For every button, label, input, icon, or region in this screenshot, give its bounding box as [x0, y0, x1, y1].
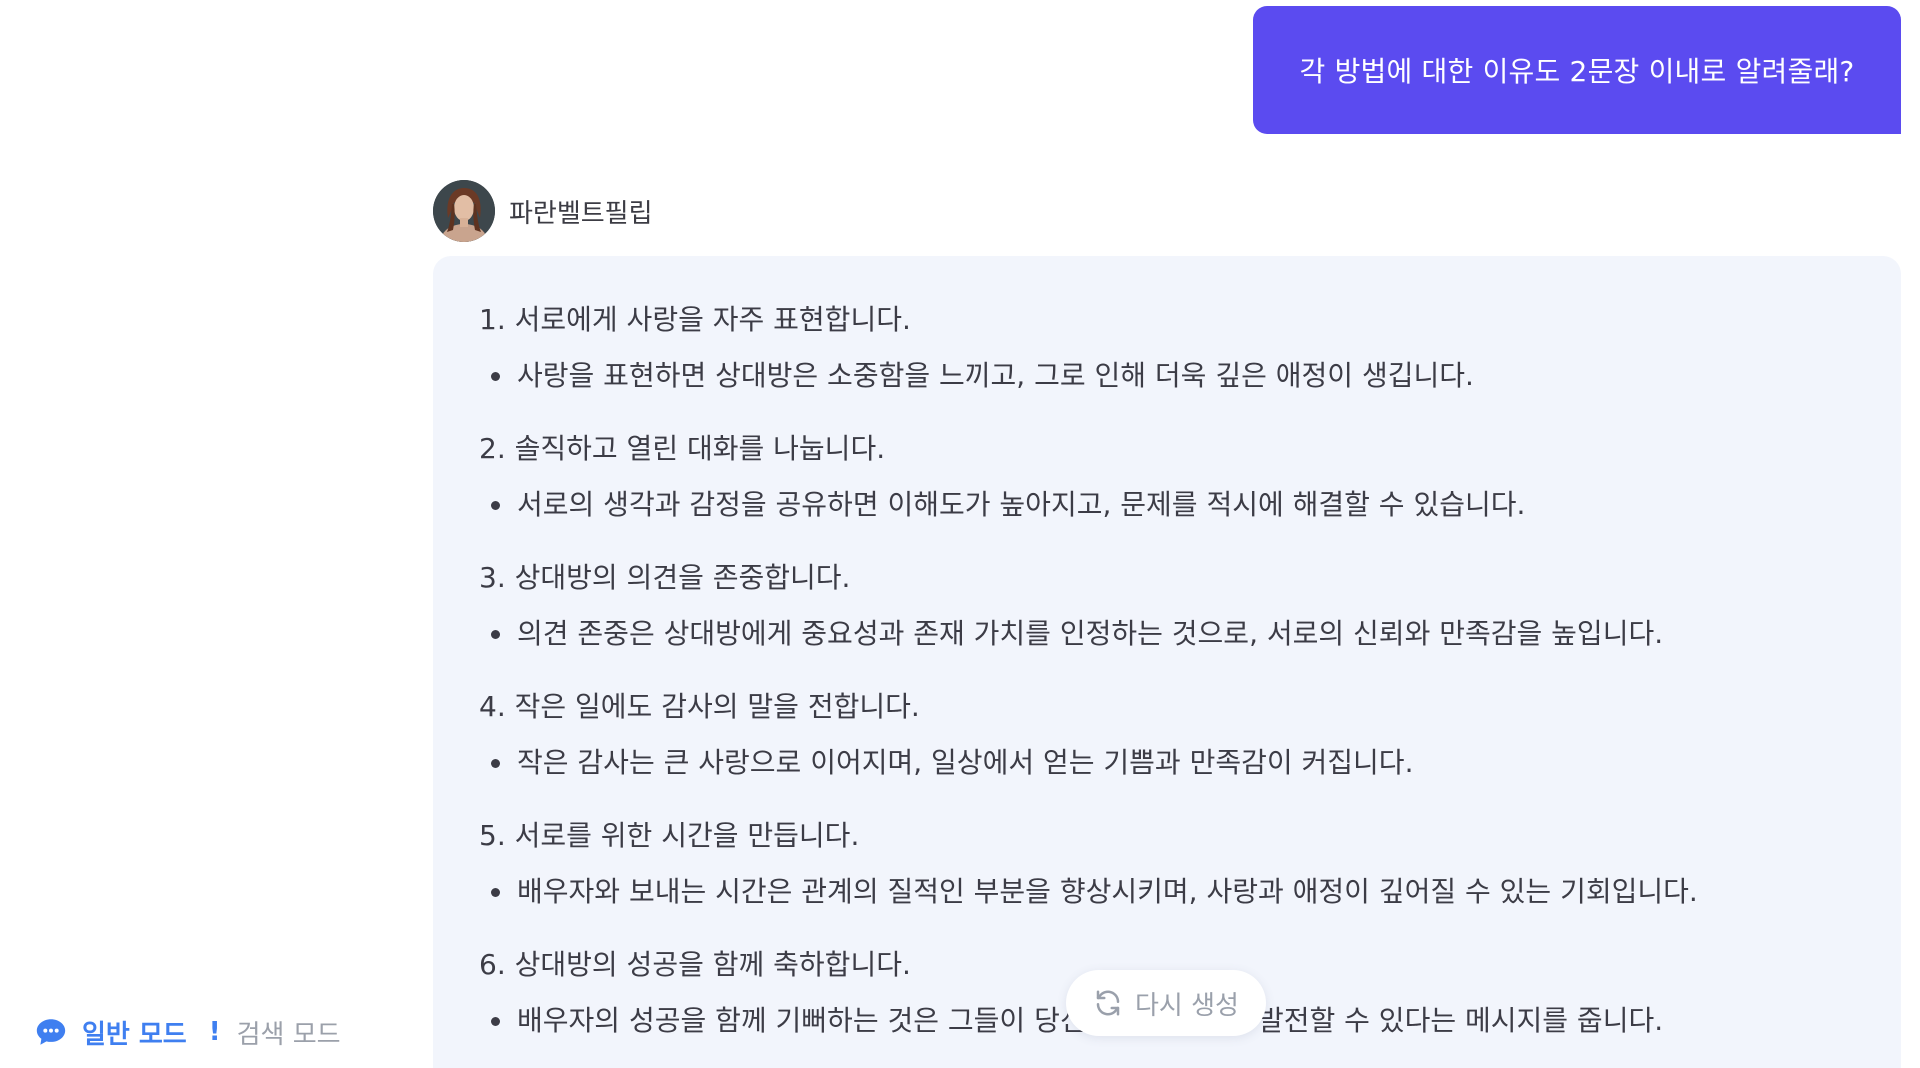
bullet-icon	[491, 372, 500, 381]
bot-header: 파란벨트필립	[433, 180, 653, 242]
answer-item-reason: 작은 감사는 큰 사랑으로 이어지며, 일상에서 얻는 기쁨과 만족감이 커집니…	[479, 743, 1855, 783]
answer-item-reason-text: 배우자와 보내는 시간은 관계의 질적인 부분을 향상시키며, 사랑과 애정이 …	[517, 875, 1698, 908]
answer-item-reason: 서로의 생각과 감정을 공유하면 이해도가 높아지고, 문제를 적시에 해결할 …	[479, 485, 1855, 525]
bullet-icon	[491, 1017, 500, 1026]
answer-item-title: 1. 서로에게 사랑을 자주 표현합니다.	[479, 303, 911, 336]
search-mode-button[interactable]: 검색 모드	[237, 1014, 341, 1051]
mode-separator: !	[208, 1017, 221, 1047]
bullet-icon	[491, 888, 500, 897]
chat-page: 각 방법에 대한 이유도 2문장 이내로 알려줄래? 파란벨트필립 1. 서로에…	[0, 0, 1920, 1068]
answer-item-title: 2. 솔직하고 열린 대화를 나눕니다.	[479, 432, 886, 465]
answer-item-title: 5. 서로를 위한 시간을 만듭니다.	[479, 819, 860, 852]
bullet-icon	[491, 501, 500, 510]
regenerate-button[interactable]: 다시 생성	[1066, 970, 1266, 1036]
bullet-icon	[491, 630, 500, 639]
bot-name: 파란벨트필립	[509, 198, 653, 229]
user-message-text: 각 방법에 대한 이유도 2문장 이내로 알려줄래?	[1299, 55, 1855, 88]
answer-item-reason: 사랑을 표현하면 상대방은 소중함을 느끼고, 그로 인해 더욱 깊은 애정이 …	[479, 356, 1855, 396]
bullet-icon	[491, 759, 500, 768]
answer-item-title: 3. 상대방의 의견을 존중합니다.	[479, 561, 851, 594]
answer-item-reason-text: 서로의 생각과 감정을 공유하면 이해도가 높아지고, 문제를 적시에 해결할 …	[517, 488, 1526, 521]
woman-portrait-avatar-icon	[433, 180, 495, 242]
answer-item: 4. 작은 일에도 감사의 말을 전합니다. 작은 감사는 큰 사랑으로 이어지…	[479, 687, 1855, 783]
regenerate-label: 다시 생성	[1135, 990, 1239, 1021]
refresh-icon	[1093, 988, 1123, 1018]
user-message-bubble: 각 방법에 대한 이유도 2문장 이내로 알려줄래?	[1253, 6, 1901, 134]
answer-item: 3. 상대방의 의견을 존중합니다. 의견 존중은 상대방에게 중요성과 존재 …	[479, 558, 1855, 654]
mode-toggle: 일반 모드 ! 검색 모드	[34, 1012, 341, 1052]
answer-item: 2. 솔직하고 열린 대화를 나눕니다. 서로의 생각과 감정을 공유하면 이해…	[479, 429, 1855, 525]
answer-item: 5. 서로를 위한 시간을 만듭니다. 배우자와 보내는 시간은 관계의 질적인…	[479, 816, 1855, 912]
answer-item: 1. 서로에게 사랑을 자주 표현합니다. 사랑을 표현하면 상대방은 소중함을…	[479, 300, 1855, 396]
answer-item-title: 4. 작은 일에도 감사의 말을 전합니다.	[479, 690, 920, 723]
avatar	[433, 180, 495, 242]
chat-bubble-icon	[34, 1015, 68, 1049]
answer-item-reason-text: 사랑을 표현하면 상대방은 소중함을 느끼고, 그로 인해 더욱 깊은 애정이 …	[517, 359, 1474, 392]
normal-mode-button[interactable]: 일반 모드	[82, 1014, 187, 1051]
answer-item-reason: 의견 존중은 상대방에게 중요성과 존재 가치를 인정하는 것으로, 서로의 신…	[479, 614, 1855, 654]
answer-item-reason-text: 작은 감사는 큰 사랑으로 이어지며, 일상에서 얻는 기쁨과 만족감이 커집니…	[517, 746, 1414, 779]
answer-item-reason: 배우자와 보내는 시간은 관계의 질적인 부분을 향상시키며, 사랑과 애정이 …	[479, 872, 1855, 912]
answer-card: 1. 서로에게 사랑을 자주 표현합니다. 사랑을 표현하면 상대방은 소중함을…	[433, 256, 1901, 1068]
answer-item-reason-text: 의견 존중은 상대방에게 중요성과 존재 가치를 인정하는 것으로, 서로의 신…	[517, 617, 1664, 650]
